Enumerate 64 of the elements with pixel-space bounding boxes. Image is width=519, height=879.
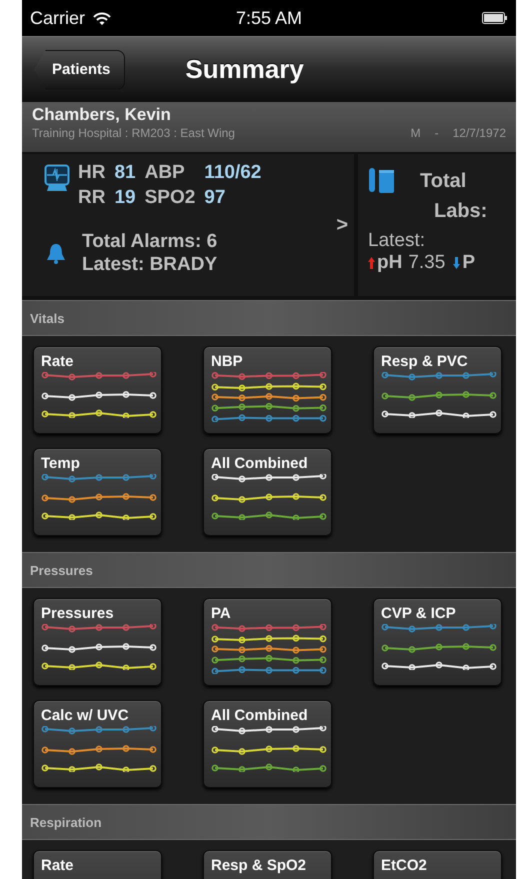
vital-label: RR [78, 186, 106, 210]
tile-title: NBP [211, 353, 244, 370]
tile-title: PA [211, 605, 232, 622]
vital-label: HR [78, 161, 106, 185]
monitor-icon [44, 164, 70, 192]
chart-tile[interactable]: Temp [33, 448, 162, 536]
vital-label: ABP [144, 161, 186, 185]
up-arrow-icon [368, 256, 375, 270]
chart-tile[interactable]: CVP & ICP [373, 598, 502, 686]
chart-tile[interactable]: Rate [33, 346, 162, 434]
tile-title: All Combined [211, 707, 309, 724]
separator: - [434, 126, 439, 140]
labs-total: Total [420, 169, 468, 194]
patient-name: Chambers, Kevin [32, 105, 172, 125]
vital-value: 19 [114, 186, 136, 210]
chart-tile[interactable]: Calc w/ UVC [33, 700, 162, 788]
chart-tile[interactable]: Resp & PVC [373, 346, 502, 434]
wifi-icon [93, 12, 112, 24]
chart-tile[interactable]: Rate [33, 850, 162, 879]
tile-title: CVP & ICP [381, 605, 457, 622]
down-arrow-icon [453, 256, 460, 270]
alarm-latest: Latest: BRADY [82, 253, 218, 276]
tile-title: Temp [41, 455, 81, 472]
chart-tile[interactable]: PA [203, 598, 332, 686]
back-button[interactable]: Patients [34, 50, 126, 90]
tile-title: Resp & PVC [381, 353, 469, 370]
tile-title: All Combined [211, 455, 309, 472]
tile-title: Rate [41, 353, 75, 370]
section-header: Pressures [22, 552, 516, 588]
vital-value: 110/62 [204, 161, 262, 185]
lab-name: pH [377, 252, 402, 274]
tile-title: Pressures [41, 605, 115, 622]
chart-tile[interactable]: NBP [203, 346, 332, 434]
chart-tile[interactable]: All Combined [203, 700, 332, 788]
tile-title: EtCO2 [381, 857, 428, 874]
tile-title: Rate [41, 857, 75, 874]
section-header: Respiration [22, 804, 516, 840]
vitals-card[interactable]: HR 81 ABP 110/62 RR 19 SPO2 97 Total Alarms: 6 Latest: BRADY > [22, 154, 354, 296]
lab-value: 7.35 [408, 252, 446, 274]
bell-icon [46, 242, 66, 264]
chart-tile[interactable]: All Combined [203, 448, 332, 536]
patient-sex: M [410, 126, 421, 140]
chart-tile[interactable]: EtCO2 [373, 850, 502, 879]
labs-latest: Latest: [368, 230, 426, 252]
tile-title: Calc w/ UVC [41, 707, 130, 724]
test-tubes-icon [368, 166, 396, 194]
battery-icon [482, 12, 508, 24]
section-header: Vitals [22, 300, 516, 336]
patient-dob: 12/7/1972 [452, 126, 506, 140]
chart-tile[interactable]: Pressures [33, 598, 162, 686]
patient-location: Training Hospital : RM203 : East Wing [32, 126, 235, 140]
chart-tile[interactable]: Resp & SpO2 [203, 850, 332, 879]
status-time: 7:55 AM [236, 8, 302, 28]
lab-name: P [462, 252, 475, 274]
nav-title: Summary [185, 54, 304, 85]
vital-value: 81 [114, 161, 136, 185]
carrier-label: Carrier [30, 8, 86, 28]
tile-title: Resp & SpO2 [211, 857, 308, 874]
labs-count: Labs: [433, 199, 488, 224]
labs-card[interactable]: Total Labs: Latest: pH 7.35 P [358, 154, 516, 296]
vital-value: 97 [204, 186, 226, 210]
alarm-total: Total Alarms: 6 [82, 230, 218, 253]
vital-label: SPO2 [144, 186, 196, 210]
chevron-icon: > [336, 214, 348, 237]
